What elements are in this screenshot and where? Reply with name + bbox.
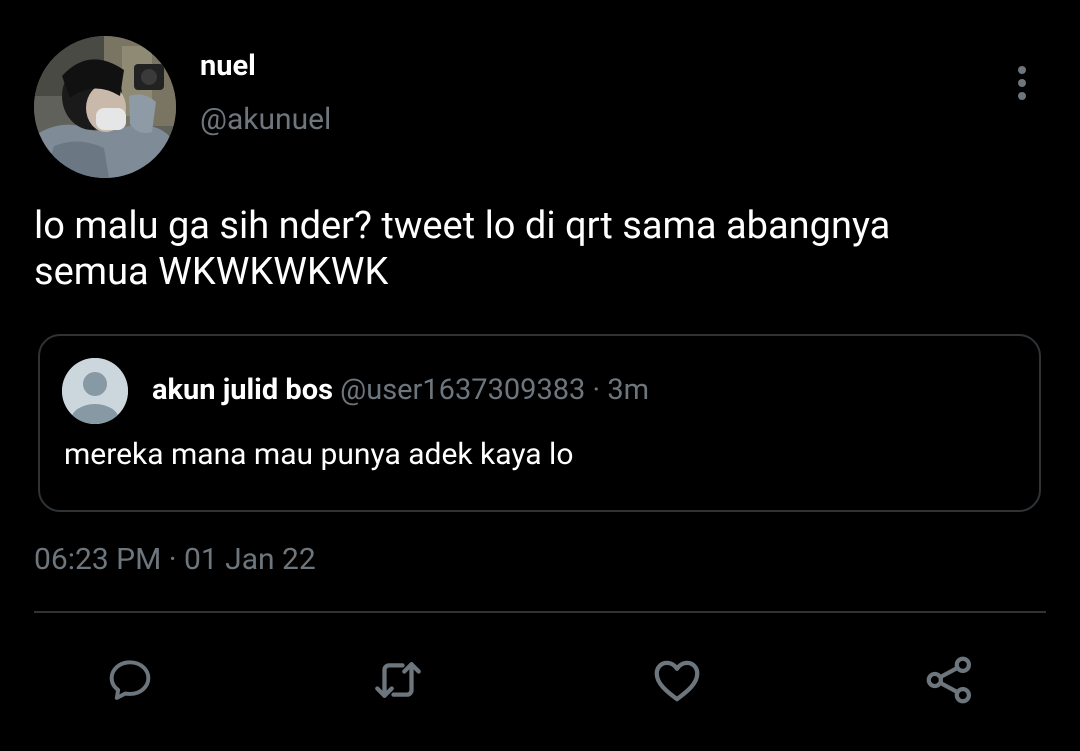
more-options-icon-dot <box>1018 79 1026 87</box>
quoted-author-name[interactable]: akun julid bos <box>152 373 333 407</box>
more-options-button[interactable] <box>1005 62 1039 104</box>
quoted-tweet-text: mereka mana mau punya adek kaya lo <box>64 437 574 472</box>
divider <box>34 611 1046 613</box>
quoted-tweet-card[interactable]: akun julid bos @user1637309383 · 3m mere… <box>38 334 1041 512</box>
tweet-text: lo malu ga sih nder? tweet lo di qrt sam… <box>34 203 1044 295</box>
quoted-tweet-header: akun julid bos @user1637309383 · 3m <box>152 372 649 408</box>
retweet-icon <box>375 662 421 698</box>
share-icon <box>926 656 971 704</box>
author-handle[interactable]: @akunuel <box>200 102 331 138</box>
quoted-author-meta: @user1637309383 · 3m <box>340 373 650 407</box>
avatar-photo <box>34 36 176 178</box>
more-options-icon-dot <box>1018 92 1026 100</box>
reply-icon <box>109 660 151 700</box>
default-avatar-icon <box>62 358 128 424</box>
tweet-text-line: lo malu ga sih nder? tweet lo di qrt sam… <box>34 204 891 248</box>
like-icon <box>654 660 700 702</box>
reply-button[interactable] <box>102 652 158 708</box>
more-options-icon <box>1018 66 1026 74</box>
tweet-timestamp[interactable]: 06:23 PM · 01 Jan 22 <box>34 541 316 579</box>
retweet-button[interactable] <box>370 652 426 708</box>
quoted-author-avatar[interactable] <box>62 358 128 424</box>
author-avatar[interactable] <box>34 36 176 178</box>
share-button[interactable] <box>922 652 978 708</box>
author-display-name[interactable]: nuel <box>200 48 256 84</box>
tweet-text-line: semua WKWKWKWK <box>34 250 389 294</box>
like-button[interactable] <box>649 652 705 708</box>
